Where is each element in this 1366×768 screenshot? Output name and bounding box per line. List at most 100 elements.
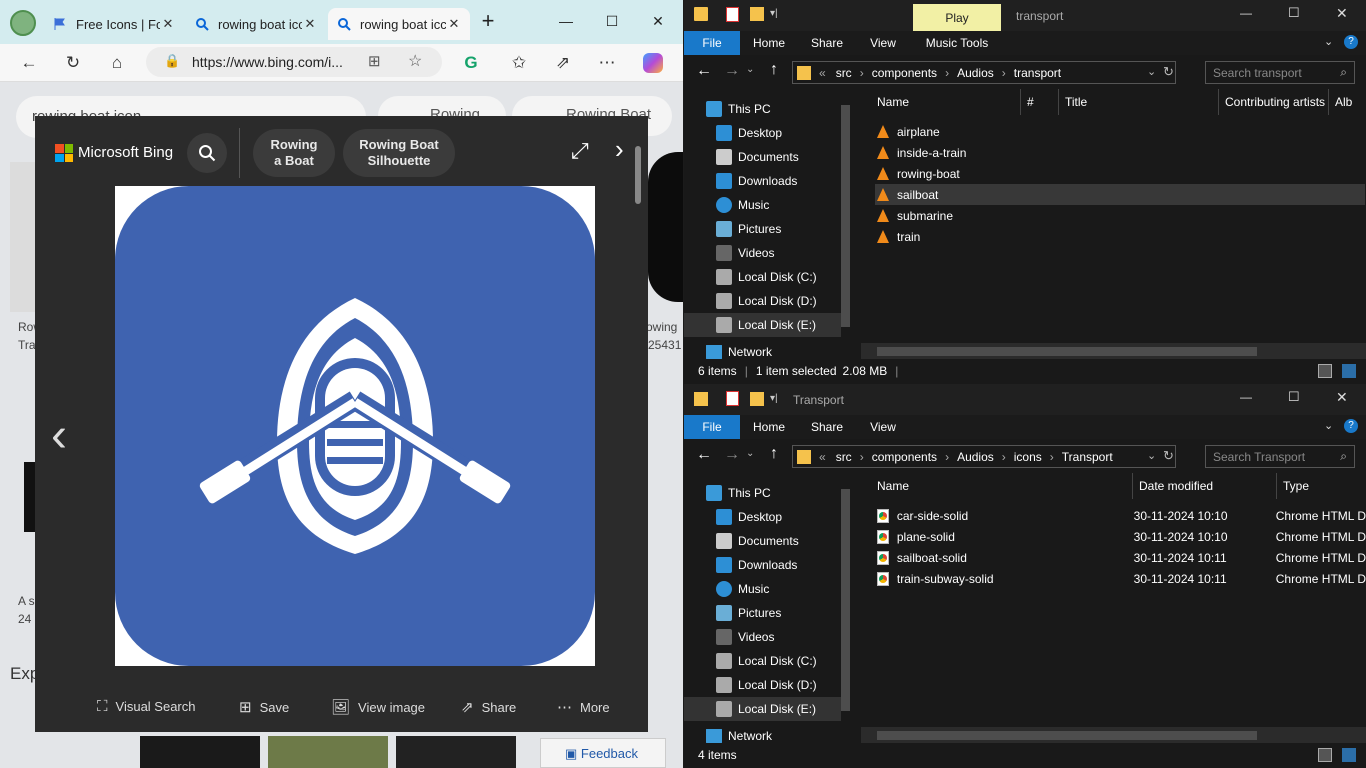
- maximize-button[interactable]: ☐: [1288, 5, 1300, 21]
- close-window-button[interactable]: ✕: [1336, 389, 1348, 406]
- file-row[interactable]: train-subway-solid 30-11-2024 10:11 Chrome…: [877, 568, 1366, 589]
- related-pill-rowing-boat-silhouette[interactable]: Rowing Boat Silhouette: [343, 129, 455, 177]
- search-input[interactable]: Search Transport ⌕: [1205, 445, 1355, 468]
- column-header-number[interactable]: #: [1021, 89, 1059, 115]
- breadcrumb-item[interactable]: src: [836, 450, 852, 464]
- back-arrow-icon[interactable]: ←: [14, 48, 44, 78]
- path-dropdown-icon[interactable]: ⌄: [1147, 65, 1156, 78]
- view-image-button[interactable]: 🖼 View image: [331, 698, 425, 716]
- nav-local-disk-e[interactable]: Local Disk (E:): [684, 697, 841, 721]
- ribbon-tab-share[interactable]: Share: [804, 415, 850, 439]
- minimize-button[interactable]: —: [546, 6, 586, 36]
- nav-local-disk-c[interactable]: Local Disk (C:): [684, 265, 841, 289]
- path-dropdown-icon[interactable]: ⌄: [1147, 449, 1156, 462]
- minimize-button[interactable]: —: [1240, 6, 1252, 20]
- nav-this-pc[interactable]: This PC: [684, 97, 841, 121]
- large-icons-view-icon[interactable]: [1342, 748, 1356, 762]
- address-path[interactable]: « src › components › Audios › transport ⌄ ↻: [792, 61, 1176, 84]
- address-path[interactable]: « src › components › Audios › icons › Transp…: [792, 445, 1176, 468]
- visual-search-button[interactable]: ⛶ Visual Search: [97, 698, 196, 715]
- bg-thumb[interactable]: [648, 152, 683, 302]
- bg-thumb[interactable]: [140, 736, 260, 768]
- column-header-type[interactable]: Type: [1277, 473, 1366, 499]
- help-icon[interactable]: ?: [1344, 419, 1358, 433]
- related-pill-rowing-a-boat[interactable]: Rowing a Boat: [253, 129, 335, 177]
- nav-local-disk-d[interactable]: Local Disk (D:): [684, 289, 841, 313]
- breadcrumb-item[interactable]: transport: [1014, 66, 1061, 80]
- new-tab-button[interactable]: +: [468, 6, 508, 36]
- grammarly-icon[interactable]: G: [456, 48, 486, 78]
- nav-scrollbar[interactable]: [841, 105, 850, 327]
- next-arrow-icon[interactable]: ›: [615, 134, 624, 165]
- back-arrow-icon[interactable]: ←: [696, 446, 712, 464]
- properties-icon[interactable]: [726, 391, 739, 406]
- copilot-icon[interactable]: [638, 48, 668, 78]
- breadcrumb-item[interactable]: Audios: [957, 450, 994, 464]
- bg-thumb[interactable]: [396, 736, 516, 768]
- qat-dropdown-icon[interactable]: ▾|: [770, 393, 778, 404]
- horizontal-scrollbar[interactable]: [861, 727, 1366, 743]
- properties-icon[interactable]: [726, 7, 739, 22]
- refresh-icon[interactable]: ↻: [58, 48, 88, 78]
- up-arrow-icon[interactable]: ↑: [770, 61, 778, 79]
- tab-rowing-boat-1[interactable]: rowing boat icc ✕: [186, 8, 326, 40]
- nav-network[interactable]: Network: [684, 345, 841, 359]
- play-context-tab[interactable]: Play: [913, 4, 1001, 31]
- tab-free-icons[interactable]: Free Icons | Fon ✕: [44, 8, 184, 40]
- profile-avatar[interactable]: [10, 10, 36, 36]
- close-tab-icon[interactable]: ✕: [446, 16, 462, 32]
- column-header-contributing-artists[interactable]: Contributing artists: [1219, 89, 1329, 115]
- ribbon-tab-view[interactable]: View: [860, 31, 906, 55]
- nav-videos[interactable]: Videos: [684, 241, 841, 265]
- expand-icon[interactable]: ⤢: [571, 138, 589, 164]
- share-button[interactable]: ⇗ Share: [461, 698, 516, 716]
- forward-arrow-icon[interactable]: →: [724, 62, 740, 80]
- overlay-scrollbar[interactable]: [635, 146, 641, 204]
- nav-scrollbar[interactable]: [841, 489, 850, 711]
- ribbon-collapse-icon[interactable]: ⌄: [1324, 35, 1333, 48]
- nav-pictures[interactable]: Pictures: [684, 601, 841, 625]
- close-window-button[interactable]: ✕: [638, 6, 678, 36]
- minimize-button[interactable]: —: [1240, 390, 1252, 404]
- refresh-icon[interactable]: ↻: [1163, 448, 1174, 464]
- breadcrumb-item[interactable]: components: [872, 450, 937, 464]
- maximize-button[interactable]: ☐: [592, 6, 632, 36]
- nav-videos[interactable]: Videos: [684, 625, 841, 649]
- column-header-name[interactable]: Name: [871, 473, 1133, 499]
- ribbon-tab-music-tools[interactable]: Music Tools: [918, 31, 996, 55]
- nav-downloads[interactable]: Downloads: [684, 553, 841, 577]
- new-folder-icon[interactable]: [750, 392, 764, 406]
- ribbon-collapse-icon[interactable]: ⌄: [1324, 419, 1333, 432]
- preview-image[interactable]: [115, 186, 595, 666]
- app-icon[interactable]: ⊞: [368, 52, 381, 70]
- nav-this-pc[interactable]: This PC: [684, 481, 841, 505]
- bg-thumb[interactable]: [10, 162, 35, 312]
- overlay-search-button[interactable]: [187, 133, 227, 173]
- scroll-thumb[interactable]: [877, 347, 1257, 356]
- bg-thumb[interactable]: [24, 462, 35, 532]
- favorites-icon[interactable]: ✩: [504, 48, 534, 78]
- file-row[interactable]: submarine: [877, 205, 1047, 226]
- maximize-button[interactable]: ☐: [1288, 389, 1300, 405]
- breadcrumb-item[interactable]: Transport: [1062, 450, 1113, 464]
- ribbon-tab-home[interactable]: Home: [746, 31, 792, 55]
- nav-local-disk-d[interactable]: Local Disk (D:): [684, 673, 841, 697]
- breadcrumb-item[interactable]: src: [836, 66, 852, 80]
- qat-dropdown-icon[interactable]: ▾|: [770, 8, 778, 19]
- column-header-date-modified[interactable]: Date modified: [1133, 473, 1277, 499]
- recent-dropdown-icon[interactable]: ⌄: [746, 64, 754, 75]
- favorite-star-icon[interactable]: ☆: [408, 51, 422, 71]
- nav-local-disk-c[interactable]: Local Disk (C:): [684, 649, 841, 673]
- file-row[interactable]: car-side-solid 30-11-2024 10:10 Chrome HTM…: [877, 505, 1366, 526]
- close-window-button[interactable]: ✕: [1336, 5, 1348, 22]
- nav-local-disk-e[interactable]: Local Disk (E:): [684, 313, 841, 337]
- file-row[interactable]: plane-solid 30-11-2024 10:10 Chrome HTML D: [877, 526, 1366, 547]
- address-bar[interactable]: 🔒 https://www.bing.com/i... ⊞ ☆: [146, 47, 442, 77]
- forward-arrow-icon[interactable]: →: [724, 446, 740, 464]
- close-tab-icon[interactable]: ✕: [160, 16, 176, 32]
- ribbon-tab-share[interactable]: Share: [804, 31, 850, 55]
- up-arrow-icon[interactable]: ↑: [770, 445, 778, 463]
- column-header-name[interactable]: Name: [871, 89, 1021, 115]
- file-row-selected[interactable]: sailboat: [875, 184, 1365, 205]
- details-view-icon[interactable]: [1318, 364, 1332, 378]
